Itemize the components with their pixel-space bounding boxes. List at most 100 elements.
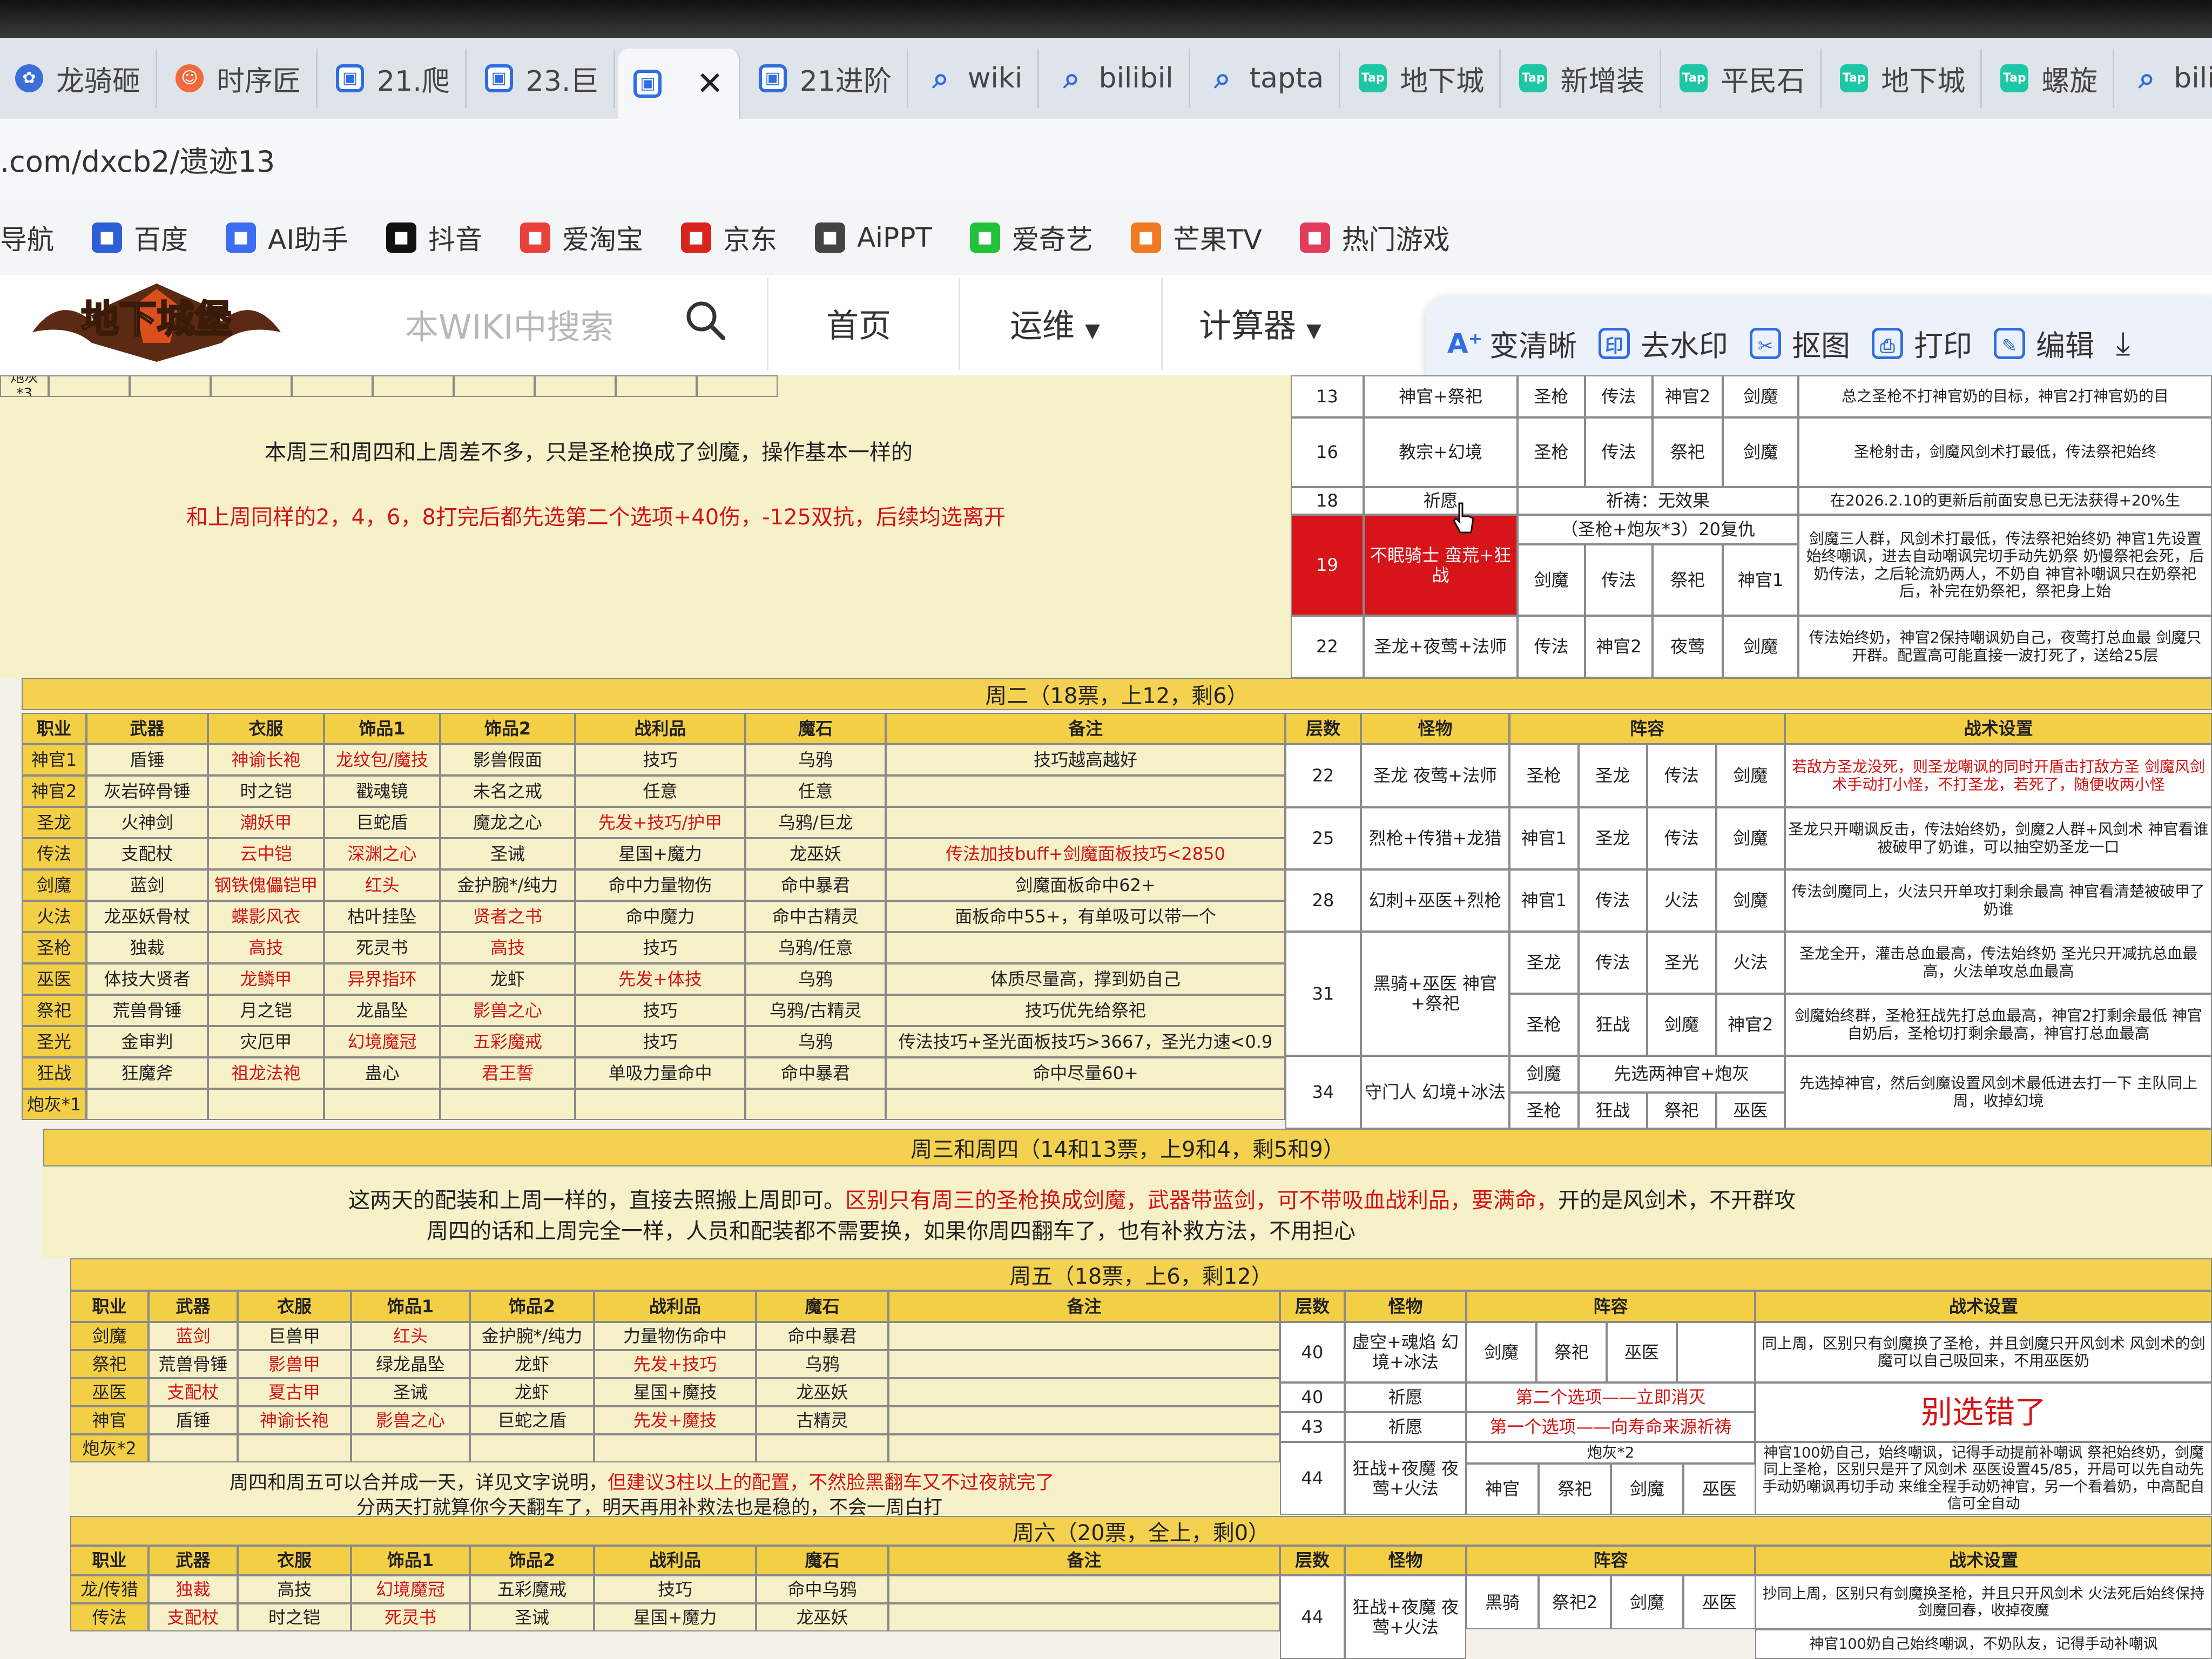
browser-tab[interactable]: Tap 螺旋 [1985,49,2115,108]
monitor-bezel [0,0,2212,38]
cutout-button[interactable]: ✂ 抠图 [1750,322,1850,365]
browser-tab[interactable]: ✿ 龙骑砸 [0,49,158,108]
gear-cell: 祖龙法袍 [208,1057,324,1089]
column-header: 战利品 [594,1291,756,1322]
browser-tab[interactable]: ▣ ✕ [618,49,740,119]
gear-cell: 圣诫 [351,1378,470,1406]
close-tab-icon[interactable]: ✕ [696,65,723,103]
nav-ops[interactable]: 运维 ▼ [1010,300,1100,347]
class-cell: 剑魔 [22,869,86,901]
bookmark-item[interactable]: ■ 京东 [680,218,777,257]
print-button[interactable]: ⎙ 打印 [1872,322,1972,365]
tab-label: 地下城 [1400,65,1485,98]
gear-cell: 死灵书 [324,932,440,963]
browser-tab[interactable]: ▣ 21.爬 [321,49,467,108]
column-header: 武器 [149,1546,238,1575]
nav-separator [1161,278,1163,370]
gear-cell: 龙虾 [470,1378,594,1406]
gear-cell: 灰岩碎骨锤 [86,775,208,807]
tuesday-band: 周二（18票，上12，剩6） [22,678,2212,710]
lineup-cell: 传法 [1647,744,1716,807]
browser-tab[interactable]: ⌕ bilibil [1042,49,1190,108]
address-bar[interactable] [0,119,2212,201]
browser-tab[interactable]: ⌕ bilibi [2117,49,2212,108]
download-button[interactable]: ⤓ [2116,325,2130,362]
note-cell [888,1378,1280,1406]
enhance-button[interactable]: A⁺ 变清晰 [1447,322,1577,365]
browser-tab[interactable]: Tap 地下城 [1344,49,1501,108]
browser-tab[interactable]: Tap 地下城 [1825,49,1982,108]
site-logo[interactable]: 地下城堡 [27,273,286,365]
browser-tab[interactable]: Tap 平民石 [1664,49,1822,108]
bookmark-label: 芒果TV [1172,224,1262,255]
gear-cell: 影兽甲 [238,1350,351,1378]
tap-icon: Tap [1680,64,1708,92]
gear-cell: 时之铠 [208,775,324,807]
bookmark-item[interactable]: 导航 [0,218,54,257]
column-header: 职业 [70,1291,149,1322]
bookmark-icon: ■ [226,222,256,253]
bookmark-item[interactable]: ■ AiPPT [814,222,932,253]
tactic-cell: 神官100奶自己始终嘲讽，不奶队友，记得手动补嘲讽 [1755,1629,2212,1659]
gear-cell: 乌鸦/古精灵 [745,995,886,1026]
browser-tab[interactable]: ☺ 时序匠 [160,49,318,108]
note-cell: 传法技巧+圣光面板技巧>3667，圣光力速<0.9 [886,1026,1285,1057]
note-cell [886,807,1285,838]
bookmark-item[interactable]: ■ 爱淘宝 [520,218,643,257]
class-cell: 剑魔 [70,1322,149,1350]
browser-tab[interactable]: ⌕ wiki [912,49,1040,108]
friday-band: 周五（18票，上6，剩12） [70,1258,2212,1291]
monster-cell: 祈愿 [1364,487,1518,515]
bookmark-label: 热门游戏 [1341,224,1450,255]
browser-tab[interactable]: Tap 新增装 [1504,49,1662,108]
gear-cell: 乌鸦/任意 [745,932,886,963]
note-cell [888,1350,1280,1378]
browser-tab[interactable]: ⌕ tapta [1193,49,1341,108]
browser-tab[interactable]: ▣ 23.巨 [470,49,616,108]
nav-calculator[interactable]: 计算器 ▼ [1199,300,1321,347]
lineup-cell: 剑魔 [1716,744,1785,807]
remove-watermark-button[interactable]: 印去水印 [1599,322,1728,365]
column-header: 层数 [1280,1546,1345,1575]
bookmark-item[interactable]: ■ 热门游戏 [1299,218,1450,257]
edit-icon: ✎ [1994,327,2025,359]
gear-cell: 支配杖 [149,1603,238,1631]
column-header: 备注 [888,1291,1280,1322]
bookmark-item[interactable]: ■ 抖音 [386,218,482,257]
gear-cell: 云中铠 [208,838,324,869]
note-cell [886,932,1285,963]
option-cell: 第二个选项——立即消灭 [1466,1382,1755,1412]
floor-cell: 43 [1280,1412,1345,1442]
table-cell [292,375,373,397]
bookmark-item[interactable]: ■ 百度 [92,218,188,257]
wed-thu-band: 周三和周四（14和13票，上9和4，剩5和9） [43,1129,2212,1166]
monster-cell: 圣龙 夜莺+法师 [1361,744,1509,807]
floor-cell: 13 [1291,375,1364,417]
gear-cell: 乌鸦 [745,1026,886,1057]
gear-cell: 金护腕*/纯力 [440,869,575,901]
browser-tab[interactable]: ▣ 21进阶 [744,49,908,108]
edit-button[interactable]: ✎ 编辑 [1994,322,2094,365]
lineup-cell: 神官 [1466,1464,1539,1515]
saturday-band: 周六（20票，全上，剩0） [70,1516,2212,1546]
bookmark-item[interactable]: ■ 爱奇艺 [969,218,1093,257]
column-header: 阵容 [1509,713,1785,744]
nav-home[interactable]: 首页 [826,300,891,347]
lineup-cell: 剑魔 [1611,1575,1683,1629]
search-icon[interactable] [683,298,726,341]
nav-separator [959,278,960,370]
bookmark-item[interactable]: ■ AI助手 [226,218,348,257]
gear-cell: 命中暴君 [745,869,886,901]
gear-cell: 圣诫 [470,1603,594,1631]
lineup-cell: 剑魔 [1518,544,1585,616]
lineup-cell: 炮灰*2 [1466,1442,1755,1464]
tab-label: 平民石 [1721,65,1805,98]
bookmark-item[interactable]: ■ 芒果TV [1130,218,1262,257]
floor-cell: 25 [1285,807,1361,869]
wiki-search-input[interactable]: 本WIKI中搜索 [405,300,614,348]
url-text[interactable]: .com/dxcb2/遗迹13 [0,138,275,180]
note-cell [886,775,1285,807]
note-cell [886,1089,1285,1120]
gear-cell: 独裁 [149,1575,238,1603]
column-header: 战利品 [594,1546,756,1575]
